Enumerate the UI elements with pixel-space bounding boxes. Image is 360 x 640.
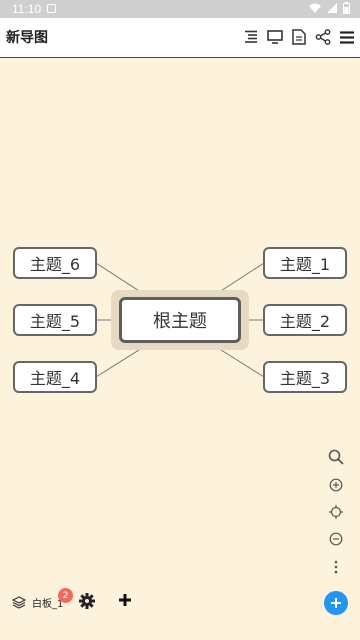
root-topic-label: 根主题 [153,311,207,332]
zoom-out-icon [329,532,343,546]
add-topic-fab[interactable] [324,591,348,615]
topic-label-6: 主题_6 [29,255,81,274]
board-switcher[interactable]: 白板_1 [12,592,63,612]
search-button[interactable] [326,447,346,467]
topic-label-5: 主题_5 [29,312,81,331]
topic-label-1: 主题_1 [279,255,331,274]
locate-button[interactable] [326,502,346,522]
more-button[interactable] [326,557,346,577]
topic-node-4[interactable]: 主题_4 [13,361,97,393]
add-board-button[interactable] [116,591,134,609]
topic-label-3: 主题_3 [279,369,331,388]
topic-node-6[interactable]: 主题_6 [13,247,97,279]
topic-node-3[interactable]: 主题_3 [263,361,347,393]
topic-node-1[interactable]: 主题_1 [263,247,347,279]
more-icon [334,560,338,574]
settings-button[interactable] [78,592,96,610]
topic-label-4: 主题_4 [29,369,81,388]
zoom-out-button[interactable] [326,529,346,549]
topic-node-5[interactable]: 主题_5 [13,304,97,336]
layers-icon [12,595,26,609]
root-topic-node[interactable]: 根主题 [119,297,241,343]
search-icon [328,449,344,465]
topic-node-2[interactable]: 主题_2 [263,304,347,336]
board-count-badge: 2 [58,588,73,603]
add-icon [331,598,341,608]
locate-icon [329,505,343,519]
topic-label-2: 主题_2 [279,312,331,331]
zoom-in-button[interactable] [326,475,346,495]
plus-icon [119,594,131,606]
gear-icon [79,593,95,609]
zoom-in-icon [329,478,343,492]
